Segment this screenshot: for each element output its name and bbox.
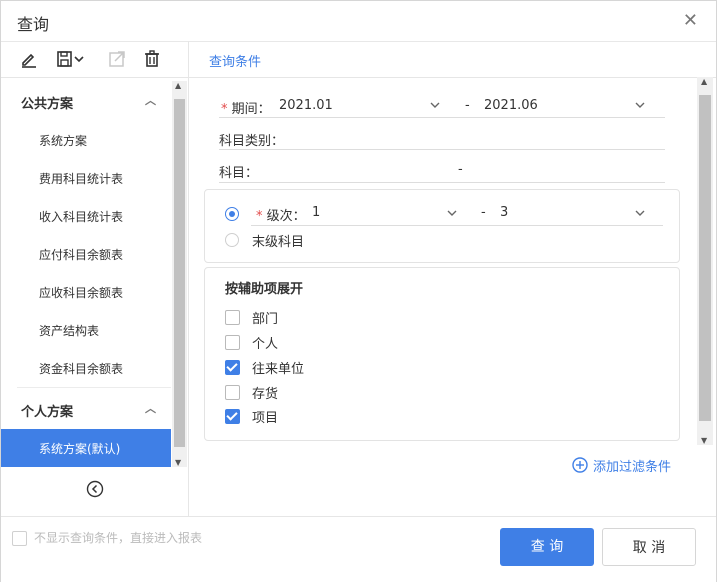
- aux-option-label: 往来单位: [252, 362, 305, 377]
- plan-item-label: 系统方案: [39, 134, 88, 148]
- scroll-down-arrow-icon[interactable]: ▼: [175, 458, 181, 467]
- scroll-up-arrow-icon[interactable]: ▲: [175, 81, 181, 90]
- dialog-titlebar: 查询 ✕: [1, 1, 716, 42]
- chevron-down-icon[interactable]: [430, 101, 440, 109]
- subject-dash: -: [458, 162, 463, 177]
- period-label-text: 期间：: [231, 102, 271, 117]
- category-field[interactable]: [219, 149, 665, 150]
- required-mark: *: [256, 209, 263, 224]
- aux-checkbox[interactable]: [225, 310, 240, 325]
- level-box: [204, 189, 680, 263]
- export-icon[interactable]: [107, 49, 127, 69]
- add-filter-label: 添加过滤条件: [593, 460, 672, 475]
- scrollbar-thumb[interactable]: [699, 95, 711, 421]
- subject-field[interactable]: [219, 182, 665, 183]
- aux-option-label: 个人: [252, 337, 279, 352]
- scroll-up-arrow-icon[interactable]: ▲: [701, 77, 707, 86]
- edit-icon[interactable]: [19, 49, 39, 69]
- category-label: 科目类别：: [219, 134, 285, 149]
- plan-item-label: 资金科目余额表: [39, 362, 124, 376]
- level-label-text: 级次：: [266, 209, 306, 224]
- conditions-scrollbar[interactable]: ▲ ▼: [697, 77, 713, 445]
- aux-checkbox[interactable]: [225, 409, 240, 424]
- plan-item-label: 系统方案(默认): [39, 442, 121, 456]
- period-dash: -: [465, 98, 470, 113]
- cancel-button[interactable]: 取 消: [602, 528, 696, 566]
- plan-toolbar: [1, 41, 188, 78]
- close-icon[interactable]: ✕: [683, 10, 698, 31]
- chevron-down-icon[interactable]: [447, 209, 457, 217]
- skip-conditions-checkbox[interactable]: [12, 531, 27, 546]
- plan-item[interactable]: 收入科目统计表: [1, 197, 171, 235]
- plan-item[interactable]: 系统方案: [1, 121, 171, 159]
- period-label: * 期间：: [221, 98, 271, 117]
- skip-conditions-label: 不显示查询条件，直接进入报表: [34, 531, 203, 545]
- period-underline: [219, 117, 665, 118]
- plan-item-selected[interactable]: 系统方案(默认): [1, 429, 171, 467]
- tab-query-conditions[interactable]: 查询条件: [209, 51, 261, 70]
- leaf-label: 末级科目: [252, 235, 305, 250]
- plan-item-label: 费用科目统计表: [39, 172, 124, 186]
- level-label: * 级次：: [256, 205, 306, 224]
- aux-checkbox[interactable]: [225, 360, 240, 375]
- plan-item-label: 资产结构表: [39, 324, 100, 338]
- scrollbar-thumb[interactable]: [174, 99, 185, 447]
- plan-item[interactable]: 费用科目统计表: [1, 159, 171, 197]
- plan-item[interactable]: 资产结构表: [1, 311, 171, 349]
- save-icon[interactable]: [55, 49, 75, 69]
- query-dialog: 查询 ✕ 公共方案 ︿ 系统方案 费用科目统计表 收入科目统计表 应付科目余额表…: [0, 0, 717, 583]
- aux-checkbox[interactable]: [225, 335, 240, 350]
- plan-item-label: 应收科目余额表: [39, 286, 124, 300]
- personal-plans-header[interactable]: 个人方案 ︿: [1, 391, 171, 427]
- plan-item[interactable]: 资金科目余额表: [1, 349, 171, 387]
- aux-option-label: 存货: [252, 387, 279, 402]
- scroll-down-arrow-icon[interactable]: ▼: [701, 436, 707, 445]
- plan-item[interactable]: 应付科目余额表: [1, 235, 171, 273]
- plan-item-label: 应付科目余额表: [39, 248, 124, 262]
- level-from-select[interactable]: 1: [312, 205, 320, 220]
- period-to-select[interactable]: 2021.06: [484, 98, 538, 113]
- add-circle-icon: [572, 457, 588, 473]
- public-plans-header[interactable]: 公共方案 ︿: [1, 83, 171, 119]
- period-from-select[interactable]: 2021.01: [279, 98, 333, 113]
- plan-item-label: 收入科目统计表: [39, 210, 124, 224]
- chevron-down-icon[interactable]: [635, 209, 645, 217]
- leaf-radio[interactable]: [225, 233, 239, 247]
- chevron-down-icon[interactable]: [635, 101, 645, 109]
- personal-plans-label: 个人方案: [21, 405, 74, 420]
- plan-item[interactable]: 应收科目余额表: [1, 273, 171, 311]
- dialog-title: 查询: [17, 15, 50, 34]
- aux-option-label: 项目: [252, 411, 279, 426]
- level-to-select[interactable]: 3: [500, 205, 508, 220]
- plan-scrollbar[interactable]: ▲ ▼: [172, 81, 187, 467]
- subject-label: 科目：: [219, 166, 259, 181]
- conditions-tabbar: 查询条件: [189, 41, 716, 78]
- divider: [17, 387, 171, 388]
- level-underline: [251, 225, 663, 226]
- level-radio[interactable]: [225, 207, 239, 221]
- query-button[interactable]: 查 询: [500, 528, 594, 566]
- plan-panel: 公共方案 ︿ 系统方案 费用科目统计表 收入科目统计表 应付科目余额表 应收科目…: [1, 41, 189, 516]
- chevron-up-icon[interactable]: ︿: [145, 92, 156, 108]
- aux-title: 按辅助项展开: [225, 282, 304, 297]
- chevron-down-icon[interactable]: [73, 49, 85, 69]
- chevron-up-icon[interactable]: ︿: [145, 400, 156, 416]
- aux-checkbox[interactable]: [225, 385, 240, 400]
- collapse-panel-icon[interactable]: [86, 480, 104, 498]
- dialog-footer: 不显示查询条件，直接进入报表 查 询 取 消: [1, 516, 716, 583]
- public-plans-label: 公共方案: [21, 97, 74, 112]
- aux-option-label: 部门: [252, 312, 279, 327]
- level-dash: -: [481, 205, 486, 220]
- required-mark: *: [221, 102, 228, 117]
- delete-icon[interactable]: [142, 49, 162, 69]
